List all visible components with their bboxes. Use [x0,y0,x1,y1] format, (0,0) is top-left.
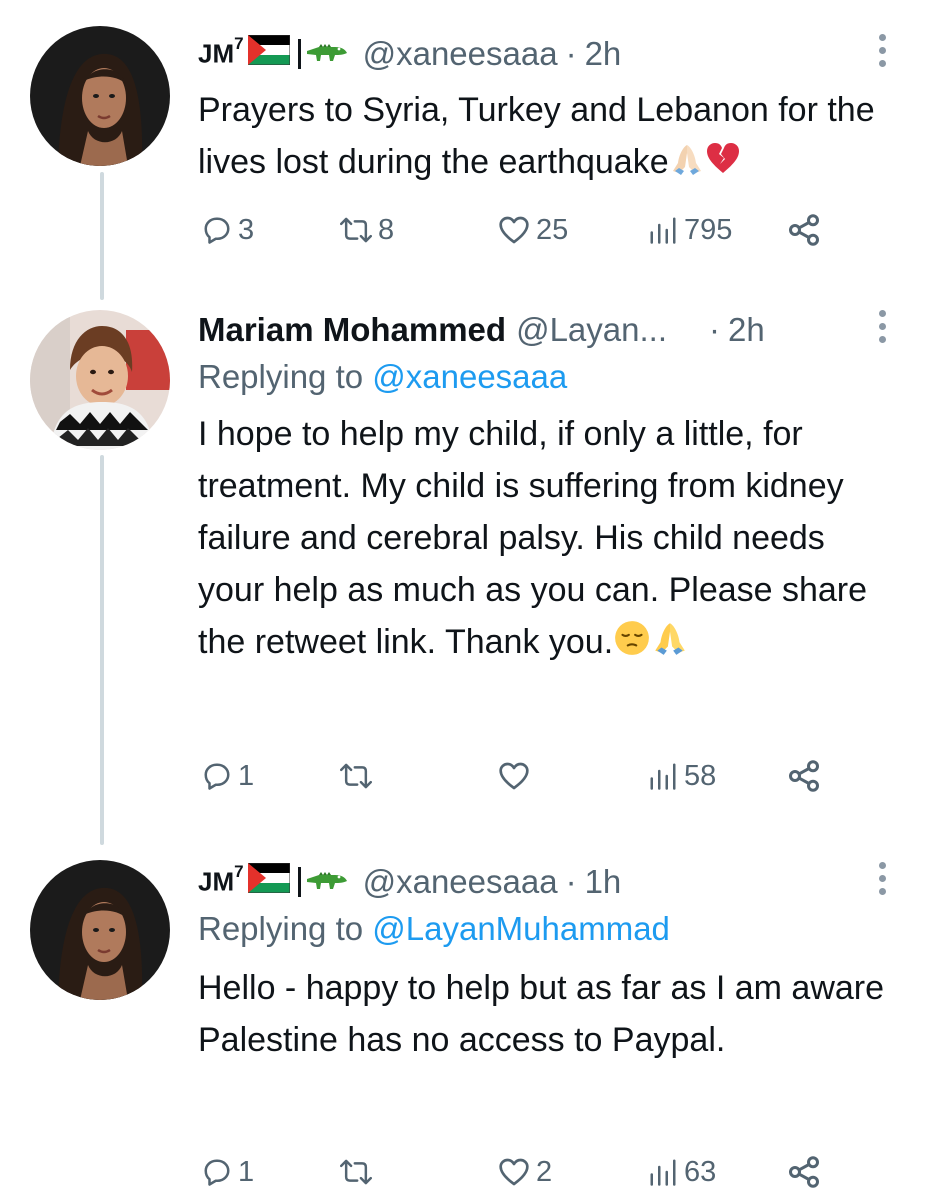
retweet-button[interactable] [340,754,378,798]
timestamp[interactable]: 1h [585,863,622,901]
tweet-body: JM7 @xaneesaaa · 1h Replying to @LayanMu… [198,860,894,1066]
like-count: 25 [536,213,569,246]
tweet-header: Mariam Mohammed @Layan... · 2h [198,308,894,352]
views-button[interactable]: 63 [648,1150,716,1194]
tweet-actions: 1 58 [202,754,902,798]
reply-count: 1 [238,1155,255,1188]
heart-icon [499,1158,529,1186]
reply-button[interactable]: 3 [202,208,254,252]
retweet-icon [340,217,372,243]
timestamp[interactable]: 2h [728,311,765,349]
like-button[interactable]: 2 [498,1150,552,1194]
tweet-text: Hello - happy to help but as far as I am… [198,969,885,1059]
retweet-icon [340,763,372,789]
reply-icon [204,763,230,790]
reply-button[interactable]: 1 [202,754,254,798]
author-avatar[interactable] [30,860,170,1000]
crocodile-icon [305,35,349,73]
views-button[interactable]: 58 [648,754,716,798]
author-handle[interactable]: @xaneesaaa [363,863,558,901]
replying-to-link[interactable]: @xaneesaaa [372,358,567,395]
author-avatar[interactable] [30,310,170,450]
reply-count: 3 [238,213,255,246]
thread-line [100,172,104,300]
heart-icon [499,216,529,244]
crocodile-icon [305,863,349,901]
retweet-button[interactable] [340,1150,378,1194]
meta-separator: · [565,863,577,900]
share-button[interactable] [786,754,822,798]
more-options-icon[interactable] [870,862,894,895]
palestine-flag-icon [247,862,291,901]
name-separator [297,39,301,69]
share-icon [789,760,819,792]
replying-to: Replying to @LayanMuhammad [198,910,670,947]
retweet-button[interactable]: 8 [340,208,394,252]
folded-hands-icon [651,619,689,672]
folded-hands-icon [669,140,705,192]
pensive-face-icon [613,619,651,672]
meta-separator: · [709,311,720,348]
name-separator [297,867,301,897]
share-button[interactable] [786,1150,822,1194]
thread-line [100,455,104,845]
share-icon [789,214,819,246]
meta-separator: · [565,35,577,72]
author-name[interactable]: Mariam Mohammed [198,311,506,349]
tweet-text: I hope to help my child, if only a littl… [198,408,894,672]
like-button[interactable]: 25 [498,208,568,252]
reply-count: 1 [238,759,255,792]
view-count: 795 [684,213,733,246]
views-icon [650,763,676,790]
timestamp[interactable]: 2h [585,35,622,73]
view-count: 58 [684,759,717,792]
more-options-icon[interactable] [870,34,894,67]
views-icon [650,217,676,244]
views-button[interactable]: 795 [648,208,732,252]
tweet-actions: 1 2 63 [202,1150,902,1194]
reply-button[interactable]: 1 [202,1150,254,1194]
replying-to: Replying to @xaneesaaa [198,358,568,395]
tweet-header: JM7 @xaneesaaa · 2h [198,32,894,76]
tweet-header: JM7 @xaneesaaa · 1h [198,860,894,904]
like-count: 2 [536,1155,553,1188]
author-name[interactable]: JM7 [198,862,244,898]
author-handle[interactable]: @Layan... [516,311,667,349]
heart-icon [499,762,529,790]
tweet-actions: 3 8 25 795 [202,208,902,252]
reply-icon [204,217,230,244]
author-name[interactable]: JM7 [198,34,244,70]
like-button[interactable] [498,754,536,798]
replying-to-link[interactable]: @LayanMuhammad [372,910,670,947]
retweet-icon [340,1159,372,1185]
share-button[interactable] [786,208,822,252]
views-icon [650,1159,676,1186]
author-avatar[interactable] [30,26,170,166]
more-options-icon[interactable] [870,310,894,343]
tweet-body: Mariam Mohammed @Layan... · 2h Replying … [198,308,894,672]
share-icon [789,1156,819,1188]
palestine-flag-icon [247,34,291,73]
tweet-body: JM7 @xaneesaaa · 2h Prayers to Syria, Tu… [198,32,894,192]
author-handle[interactable]: @xaneesaaa [363,35,558,73]
view-count: 63 [684,1155,717,1188]
retweet-count: 8 [378,213,395,246]
tweet-text: Prayers to Syria, Turkey and Lebanon for… [198,84,894,192]
broken-heart-icon [705,140,741,192]
reply-icon [204,1159,230,1186]
